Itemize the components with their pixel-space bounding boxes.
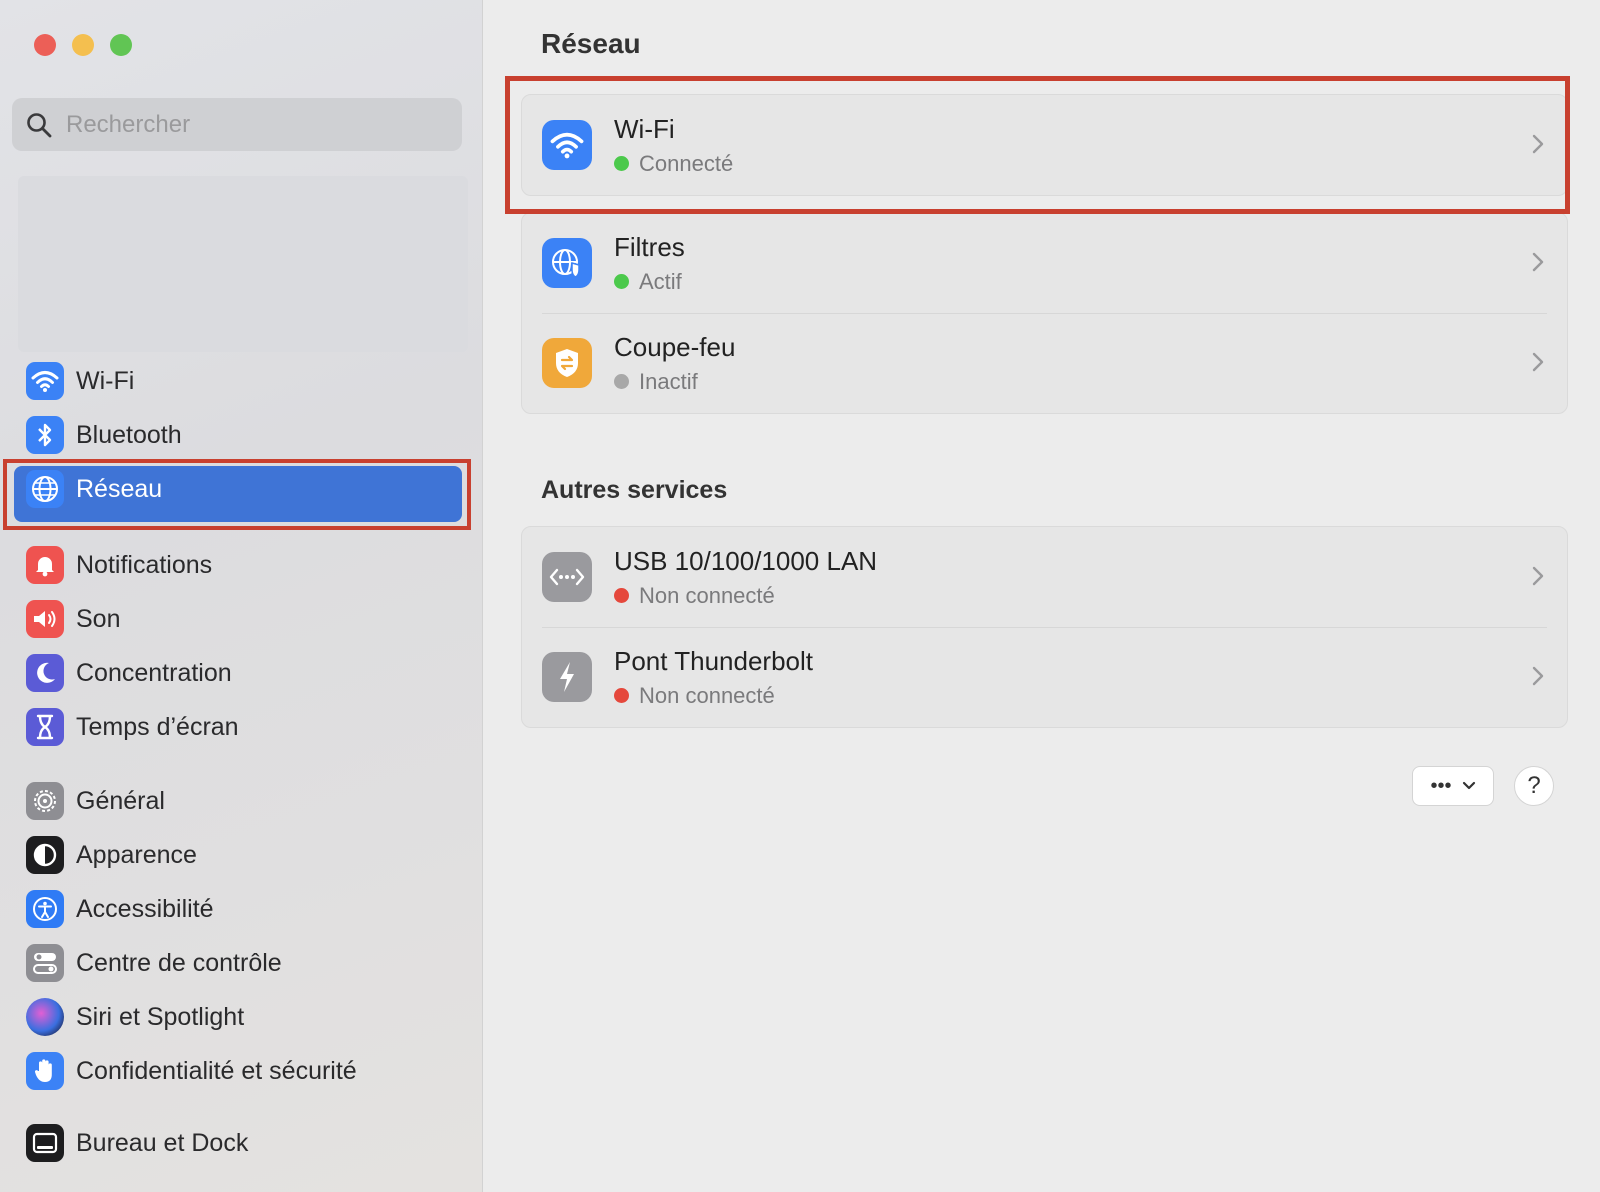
- service-row-usb-lan[interactable]: USB 10/100/1000 LAN Non connecté: [522, 527, 1567, 627]
- main-content: Réseau Wi-Fi Connecté Filtres Actif Coup…: [483, 0, 1600, 1192]
- status-dot: [614, 688, 629, 703]
- help-button[interactable]: ?: [1514, 766, 1554, 806]
- status-dot: [614, 274, 629, 289]
- annotation-highlight-sidebar: [3, 459, 471, 530]
- gear-icon: [26, 782, 64, 820]
- chevron-right-icon: [1532, 566, 1544, 586]
- sidebar-item-apparence[interactable]: Apparence: [0, 828, 482, 882]
- chevron-right-icon: [1532, 252, 1544, 272]
- row-title: Coupe-feu: [614, 331, 736, 362]
- firewall-icon: [542, 338, 592, 388]
- sidebar-item-confidentialite[interactable]: Confidentialité et sécurité: [0, 1044, 482, 1098]
- sidebar-item-bureau-dock[interactable]: Bureau et Dock: [0, 1116, 482, 1170]
- sidebar-item-notifications[interactable]: Notifications: [0, 538, 482, 592]
- chevron-right-icon: [1532, 666, 1544, 686]
- bottom-actions: ••• ?: [1412, 766, 1554, 806]
- zoom-button[interactable]: [110, 34, 132, 56]
- network-row-filtres[interactable]: Filtres Actif: [522, 213, 1567, 313]
- sidebar: Wi-Fi Bluetooth Réseau Notifications: [0, 0, 483, 1192]
- sidebar-item-label: Accessibilité: [76, 894, 214, 923]
- sidebar-item-accessibilite[interactable]: Accessibilité: [0, 882, 482, 936]
- status-text: Non connecté: [639, 682, 775, 708]
- moon-icon: [26, 654, 64, 692]
- chevron-right-icon: [1532, 352, 1544, 372]
- sidebar-item-temps-ecran[interactable]: Temps d’écran: [0, 700, 482, 754]
- sidebar-item-label: Centre de contrôle: [76, 948, 282, 977]
- network-row-coupe-feu[interactable]: Coupe-feu Inactif: [522, 313, 1567, 413]
- siri-icon: [26, 998, 64, 1036]
- sidebar-item-label: Bureau et Dock: [76, 1128, 249, 1157]
- more-actions-button[interactable]: •••: [1412, 766, 1494, 806]
- row-title: Pont Thunderbolt: [614, 645, 813, 676]
- sidebar-group-desktop: Bureau et Dock: [0, 1116, 482, 1170]
- window-controls: [34, 34, 132, 56]
- row-status: Non connecté: [614, 683, 813, 709]
- sidebar-item-label: Concentration: [76, 658, 232, 687]
- status-text: Non connecté: [639, 582, 775, 608]
- search-icon: [27, 112, 52, 137]
- sidebar-item-label: Confidentialité et sécurité: [76, 1056, 357, 1085]
- apple-id-profile[interactable]: [18, 176, 468, 352]
- other-services-card: USB 10/100/1000 LAN Non connecté Pont Th…: [521, 526, 1568, 728]
- sidebar-item-label: Bluetooth: [76, 420, 182, 449]
- status-text: Inactif: [639, 368, 698, 394]
- sidebar-item-bluetooth[interactable]: Bluetooth: [0, 408, 482, 462]
- row-title: Filtres: [614, 231, 685, 262]
- section-title-other-services: Autres services: [541, 476, 728, 504]
- close-button[interactable]: [34, 34, 56, 56]
- row-status: Actif: [614, 269, 685, 295]
- sidebar-item-general[interactable]: Général: [0, 774, 482, 828]
- sidebar-item-label: Siri et Spotlight: [76, 1002, 245, 1031]
- search-input[interactable]: [64, 109, 428, 140]
- status-text: Actif: [639, 268, 682, 294]
- row-status: Non connecté: [614, 583, 877, 609]
- sidebar-item-wifi[interactable]: Wi-Fi: [0, 354, 482, 408]
- sidebar-item-centre-controle[interactable]: Centre de contrôle: [0, 936, 482, 990]
- sidebar-item-concentration[interactable]: Concentration: [0, 646, 482, 700]
- hand-icon: [26, 1052, 64, 1090]
- sidebar-group-notifications: Notifications Son Concentration Temps d’…: [0, 538, 482, 754]
- wifi-icon: [26, 362, 64, 400]
- sidebar-item-label: Général: [76, 786, 165, 815]
- bluetooth-icon: [26, 416, 64, 454]
- sidebar-group-system: Général Apparence Accessibilité Centre d…: [0, 774, 482, 1098]
- accessibility-icon: [26, 890, 64, 928]
- sidebar-item-label: Wi-Fi: [76, 366, 135, 395]
- row-title: USB 10/100/1000 LAN: [614, 545, 878, 576]
- row-status: Inactif: [614, 369, 735, 395]
- minimize-button[interactable]: [72, 34, 94, 56]
- sidebar-item-label: Temps d’écran: [76, 712, 239, 741]
- speaker-icon: [26, 600, 64, 638]
- thunderbolt-icon: [542, 652, 592, 702]
- appearance-icon: [26, 836, 64, 874]
- sidebar-item-son[interactable]: Son: [0, 592, 482, 646]
- status-dot: [614, 588, 629, 603]
- security-card: Filtres Actif Coupe-feu Inactif: [521, 212, 1568, 414]
- globe-shield-icon: [542, 238, 592, 288]
- sidebar-item-label: Notifications: [76, 550, 213, 579]
- service-row-thunderbolt[interactable]: Pont Thunderbolt Non connecté: [522, 627, 1567, 727]
- control-center-icon: [26, 944, 64, 982]
- status-dot: [614, 374, 629, 389]
- search-field[interactable]: [12, 98, 462, 151]
- dock-icon: [26, 1124, 64, 1162]
- annotation-highlight-wifi: [505, 76, 1570, 214]
- hourglass-icon: [26, 708, 64, 746]
- sidebar-item-label: Son: [76, 604, 121, 633]
- sidebar-item-siri-spotlight[interactable]: Siri et Spotlight: [0, 990, 482, 1044]
- sidebar-item-label: Apparence: [76, 840, 197, 869]
- more-actions-label: •••: [1430, 774, 1452, 797]
- bell-icon: [26, 546, 64, 584]
- ethernet-icon: [542, 552, 592, 602]
- chevron-down-icon: [1462, 781, 1475, 790]
- page-title: Réseau: [541, 28, 641, 59]
